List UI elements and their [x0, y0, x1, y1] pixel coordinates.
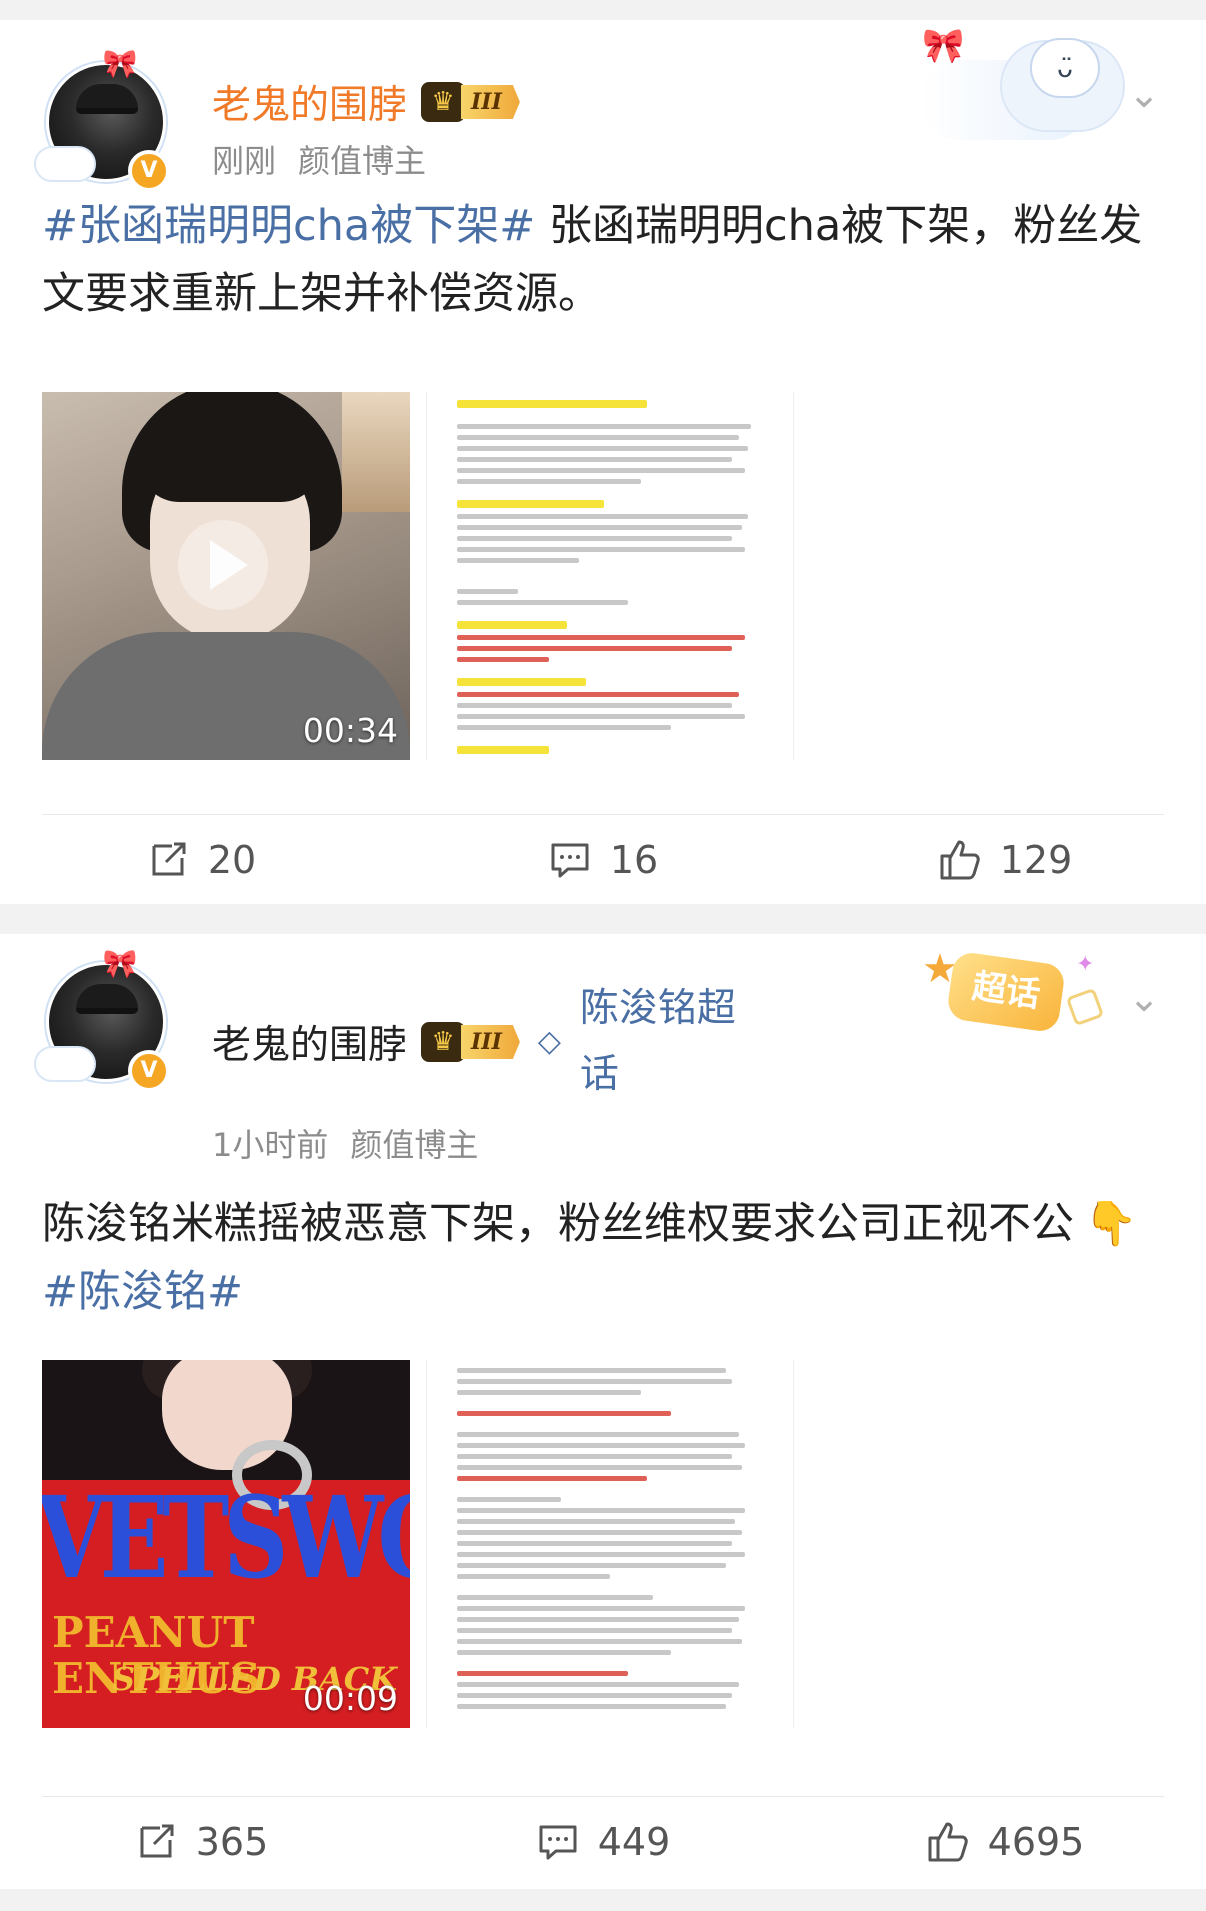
post-text: 陈浚铭米糕摇被恶意下架，粉丝维权要求公司正视不公 👇#陈浚铭# — [42, 1199, 1138, 1317]
play-icon[interactable] — [178, 520, 268, 610]
crown-icon: ♛ — [421, 1022, 466, 1062]
weibo-post-1: 🎀 V 老鬼的围脖 ♛ III 刚刚 颜值博主 🎀 ᴗ̈ ⌄ #张函瑞明明cha被… — [0, 20, 1206, 904]
comment-count: 449 — [597, 1820, 671, 1864]
like-icon — [928, 1822, 968, 1862]
comment-icon — [551, 843, 589, 878]
diamond-icon: ◇ — [537, 1024, 561, 1059]
video-duration: 00:34 — [302, 711, 398, 750]
repost-button[interactable]: 20 — [0, 838, 402, 882]
chevron-down-icon[interactable]: ⌄ — [1124, 74, 1164, 114]
vip-badge[interactable]: ♛ III — [421, 82, 520, 122]
crown-icon: ♛ — [421, 82, 466, 122]
verified-badge-icon: V — [128, 150, 170, 192]
post-text: #张函瑞明明cha被下架# 张函瑞明明cha被下架，粉丝发文要求重新上架并补偿资… — [42, 201, 1143, 319]
author-tag: 颜值博主 — [298, 142, 427, 180]
hashtag-link[interactable]: #陈浚铭# — [42, 1267, 243, 1317]
repost-button[interactable]: 365 — [0, 1820, 402, 1864]
author-tag: 颜值博主 — [350, 1126, 479, 1164]
verified-badge-icon: V — [128, 1050, 170, 1092]
hashtag-link[interactable]: #张函瑞明明cha被下架# — [42, 201, 535, 251]
video-thumbnail[interactable]: VETSWOR PEANUT ENTHUS SPELLED BACK 00:09 — [42, 1360, 410, 1728]
author-name[interactable]: 老鬼的围脖 — [212, 74, 407, 130]
chevron-down-icon[interactable]: ⌄ — [1124, 978, 1164, 1018]
like-button[interactable]: 4695 — [804, 1820, 1206, 1864]
supertopic-link[interactable]: ◇ 陈浚铭超话 — [538, 976, 760, 1108]
bunny-icon: ᴗ̈ — [1030, 38, 1100, 98]
document-image[interactable] — [426, 392, 794, 760]
comment-icon — [539, 1825, 577, 1860]
sparkle-icon: ✦ — [1076, 952, 1095, 977]
vip-badge[interactable]: ♛ III — [421, 1022, 520, 1062]
author-avatar[interactable]: 🎀 V — [34, 947, 176, 1092]
like-count: 4695 — [987, 1820, 1085, 1864]
comment-count: 16 — [609, 838, 659, 882]
comment-button[interactable]: 16 — [402, 838, 804, 882]
author-avatar[interactable]: 🎀 V — [34, 47, 176, 192]
author-name[interactable]: 老鬼的围脖 — [212, 1014, 407, 1070]
bow-decoration-icon: 🎀 — [102, 47, 138, 80]
document-image[interactable] — [426, 1360, 794, 1728]
repost-count: 20 — [207, 838, 257, 882]
post-time: 1小时前 — [212, 1126, 329, 1164]
repost-icon — [152, 842, 186, 876]
like-button[interactable]: 129 — [804, 838, 1206, 882]
bow-decoration-icon: 🎀 — [102, 947, 138, 980]
repost-icon — [140, 1824, 174, 1858]
pointing-down-emoji: 👇 — [1084, 1199, 1138, 1249]
decorative-cloud-bunny-card: 🎀 ᴗ̈ — [920, 20, 1125, 160]
like-count: 129 — [999, 838, 1073, 882]
ribbon-icon: 🎀 — [922, 26, 965, 66]
like-icon — [940, 840, 980, 880]
comment-button[interactable]: 449 — [402, 1820, 804, 1864]
video-duration: 00:09 — [302, 1679, 398, 1718]
weibo-post-2: 🎀 V 老鬼的围脖 ♛ III ◇ 陈浚铭超话 1小时前 颜值博主 ★ 超话 ✦ … — [0, 934, 1206, 1889]
repost-count: 365 — [195, 1820, 269, 1864]
post-time: 刚刚 — [212, 142, 277, 180]
video-thumbnail[interactable]: 00:34 — [42, 392, 410, 760]
supertopic-badge[interactable]: ★ 超话 ✦ — [920, 946, 1105, 1046]
